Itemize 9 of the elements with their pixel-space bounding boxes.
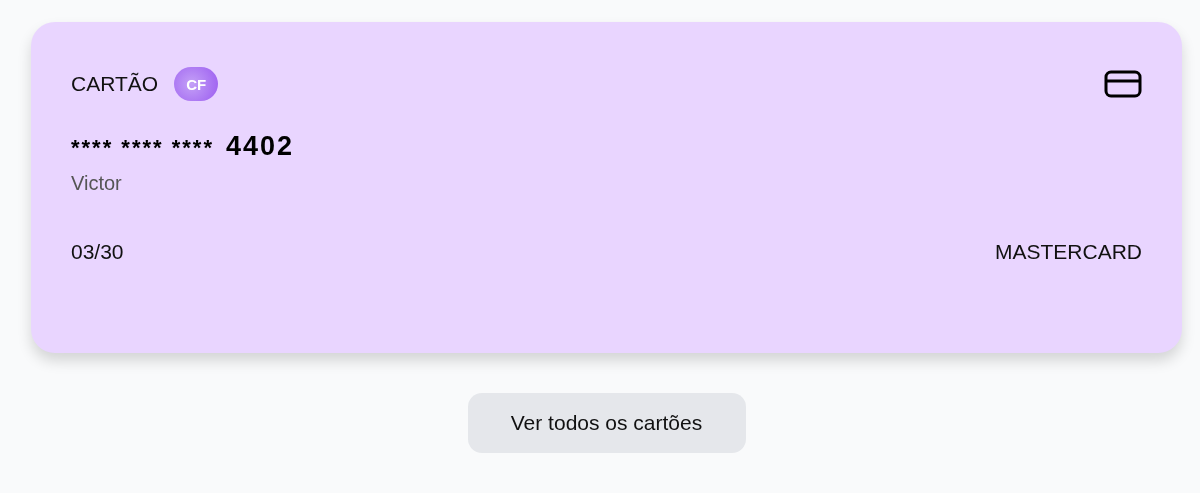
view-all-cards-button[interactable]: Ver todos os cartões [467,393,746,453]
card-holder: Victor [71,172,123,195]
logo-badge: CF [174,67,219,101]
masked-digits: **** **** **** [71,135,214,161]
credit-card-icon [1104,70,1142,98]
expiry-date: 03/30 [71,240,124,264]
card-brand: MASTERCARD [995,240,1142,264]
last-digits: 4402 [225,131,295,162]
card-label: CARTÃO [71,72,159,96]
